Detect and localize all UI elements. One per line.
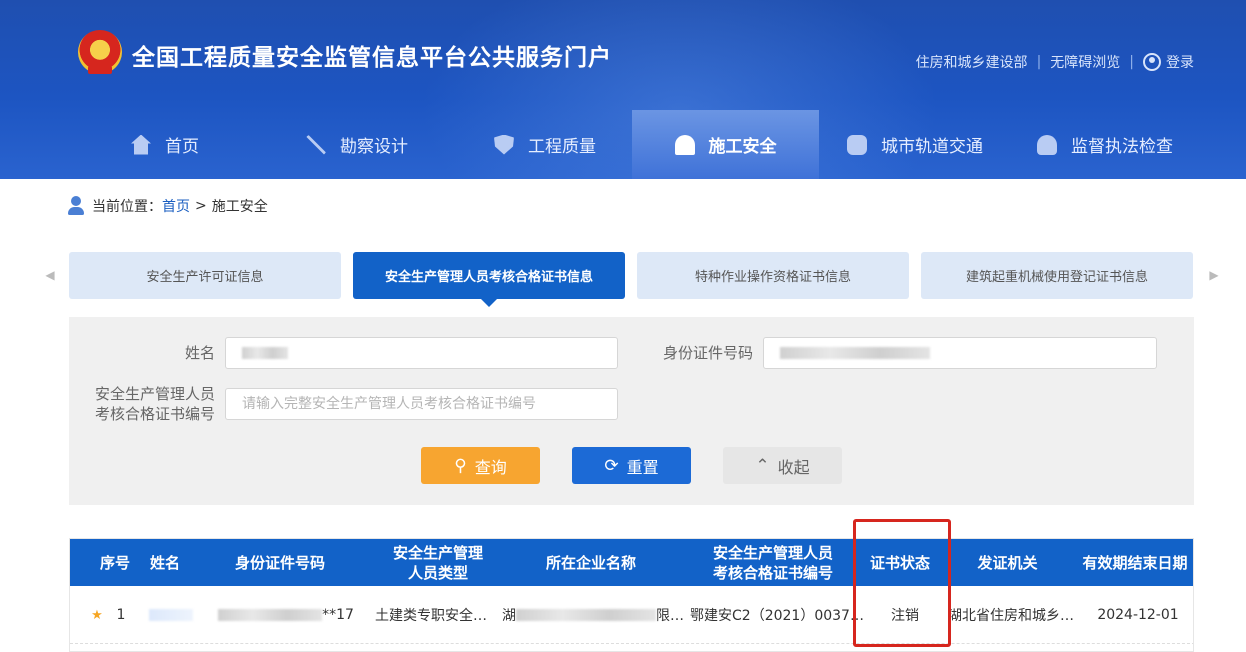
table-header: 序号 姓名 身份证件号码 安全生产管理 人员类型 所在企业名称 安全生产管理人员考…	[70, 539, 1193, 586]
refresh-icon: ⟳	[604, 455, 619, 476]
cell-issuer: 湖北省住房和城乡…	[948, 608, 1074, 624]
tab-special-operation[interactable]: 特种作业操作资格证书信息	[637, 252, 909, 299]
accessibility-link[interactable]: 无障碍浏览	[1050, 52, 1120, 72]
tools-icon	[306, 134, 326, 155]
header-line: 考核合格证书编号	[712, 563, 833, 582]
col-certificate-number: 安全生产管理人员 考核合格证书编号	[688, 539, 858, 586]
nav-item-construction-safety[interactable]: 施工安全	[632, 110, 819, 179]
nav-label: 监督执法检查	[1071, 137, 1173, 157]
certificate-tabs: 安全生产许可证信息 安全生产管理人员考核合格证书信息 特种作业操作资格证书信息 …	[69, 252, 1194, 307]
divider: |	[1129, 54, 1134, 70]
col-id-number: 身份证件号码	[234, 553, 325, 572]
nav-label: 城市轨道交通	[881, 137, 983, 157]
cell-index: 1	[116, 607, 126, 623]
nav-item-enforcement[interactable]: 监督执法检查	[1020, 110, 1190, 179]
name-label: 姓名	[184, 344, 215, 362]
nav-item-quality[interactable]: 工程质量	[470, 110, 620, 179]
col-index: 序号	[99, 553, 130, 572]
company-suffix: 限…	[656, 608, 684, 624]
train-icon	[847, 134, 867, 155]
ministry-link[interactable]: 住房和城乡建设部	[916, 52, 1028, 72]
site-header: 全国工程质量安全监管信息平台公共服务门户 住房和城乡建设部 | 无障碍浏览 | …	[0, 0, 1246, 179]
cell-expiry: 2024-12-01	[1097, 607, 1179, 623]
name-input[interactable]	[225, 337, 618, 369]
button-label: 重置	[626, 457, 659, 477]
redacted-value	[516, 609, 656, 621]
redacted-value	[149, 609, 193, 621]
nav-label: 工程质量	[528, 137, 596, 157]
nav-item-rail-transit[interactable]: 城市轨道交通	[830, 110, 1000, 179]
nav-label: 首页	[165, 137, 199, 157]
tabs-prev-arrow-icon[interactable]: ◀	[43, 266, 57, 284]
breadcrumb-current: 施工安全	[211, 199, 268, 215]
label-line: 考核合格证书编号	[94, 405, 215, 423]
breadcrumb-prefix: 当前位置：	[92, 199, 162, 215]
main-nav: 首页 勘察设计 工程质量 施工安全 城市轨道交通 监督执法检查	[0, 110, 1246, 179]
query-button[interactable]: ⚲ 查询	[421, 447, 540, 484]
collapse-button[interactable]: ⌃ 收起	[723, 447, 842, 484]
id-suffix: **17	[322, 607, 354, 623]
location-person-icon	[68, 196, 84, 216]
nav-item-home[interactable]: 首页	[100, 110, 230, 179]
shield-icon	[494, 134, 514, 155]
site-title: 全国工程质量安全监管信息平台公共服务门户	[132, 45, 612, 71]
header-line: 安全生产管理人员	[712, 543, 833, 562]
tab-crane-registration[interactable]: 建筑起重机械使用登记证书信息	[921, 252, 1193, 299]
status-column-highlight	[853, 519, 951, 647]
header-line: 人员类型	[407, 563, 468, 582]
nav-item-survey-design[interactable]: 勘察设计	[282, 110, 432, 179]
breadcrumb-separator: >	[195, 198, 207, 214]
results-table: 序号 姓名 身份证件号码 安全生产管理 人员类型 所在企业名称 安全生产管理人员考…	[69, 538, 1194, 652]
cell-company: 湖 限…	[502, 586, 684, 644]
cell-id-number: **17	[216, 586, 356, 644]
id-number-input[interactable]	[763, 337, 1157, 369]
police-cap-icon	[1037, 134, 1057, 155]
header-line: 安全生产管理	[392, 543, 483, 562]
cell-certificate-number: 鄂建安C2（2021）0037…	[690, 608, 864, 624]
tabs-next-arrow-icon[interactable]: ▶	[1207, 266, 1221, 284]
col-name: 姓名	[149, 553, 180, 572]
tab-safety-license[interactable]: 安全生产许可证信息	[69, 252, 341, 299]
divider: |	[1036, 54, 1042, 70]
certificate-number-input[interactable]	[225, 388, 618, 420]
col-expiry: 有效期结束日期	[1082, 553, 1188, 572]
cell-name	[146, 586, 196, 644]
search-icon: ⚲	[454, 455, 467, 476]
login-link[interactable]: 登录	[1166, 52, 1194, 72]
breadcrumb-home-link[interactable]: 首页	[162, 196, 190, 216]
redacted-value	[218, 609, 323, 621]
home-icon	[131, 134, 151, 155]
id-number-label: 身份证件号码	[662, 344, 753, 362]
col-person-type: 安全生产管理 人员类型	[368, 539, 508, 586]
breadcrumb: 当前位置： 首页 > 施工安全	[68, 196, 268, 216]
certificate-number-label: 安全生产管理人员 考核合格证书编号	[79, 384, 215, 424]
tab-manager-certificate[interactable]: 安全生产管理人员考核合格证书信息	[353, 252, 625, 307]
redacted-value	[780, 347, 930, 359]
nav-label: 施工安全	[708, 137, 777, 157]
company-prefix: 湖	[502, 608, 516, 624]
button-label: 查询	[474, 457, 507, 477]
favorite-star-icon[interactable]: ★	[86, 586, 108, 644]
nav-label: 勘察设计	[340, 137, 408, 157]
top-links: 住房和城乡建设部 | 无障碍浏览 | 登录	[916, 52, 1194, 72]
user-icon[interactable]	[1143, 53, 1161, 71]
col-issuer: 发证机关	[977, 553, 1038, 572]
table-row[interactable]: ★ 1 **17 土建类专职安全… 湖限… 鄂建安C2（2021）0037… 注…	[70, 586, 1193, 644]
label-line: 安全生产管理人员	[94, 385, 215, 403]
col-company: 所在企业名称	[545, 553, 636, 572]
worker-icon	[674, 134, 695, 155]
search-form: 姓名 身份证件号码 安全生产管理人员 考核合格证书编号 ⚲ 查询 ⟳ 重置 ⌃ 收起	[69, 317, 1194, 505]
chevron-up-circle-icon: ⌃	[755, 455, 770, 476]
national-emblem-icon	[78, 30, 122, 74]
button-label: 收起	[777, 457, 810, 477]
reset-button[interactable]: ⟳ 重置	[572, 447, 691, 484]
redacted-value	[242, 347, 288, 359]
cell-person-type: 土建类专职安全…	[375, 608, 487, 624]
